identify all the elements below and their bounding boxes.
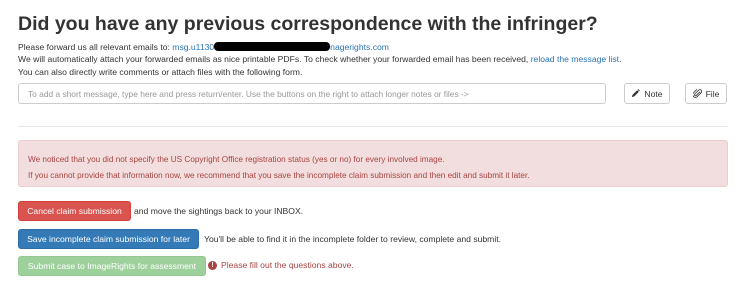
- file-button[interactable]: File: [685, 83, 727, 104]
- alert-line-2: If you cannot provide that information n…: [28, 170, 530, 180]
- email-start: msg.u1130: [172, 42, 215, 52]
- submit-case-button[interactable]: Submit case to ImageRights for assessmen…: [18, 256, 206, 276]
- note-button-label: Note: [644, 88, 663, 99]
- email-end: nagerights.com: [330, 42, 389, 52]
- instructions-line-3: You can also directly write comments or …: [18, 66, 303, 77]
- attach-pdf-text: We will automatically attach your forwar…: [18, 54, 531, 65]
- pencil-icon: [631, 89, 641, 98]
- alert-line-1: We noticed that you did not specify the …: [28, 155, 445, 164]
- claim-correspondence-page: Did you have any previous correspondence…: [0, 0, 750, 299]
- file-button-label: File: [705, 88, 720, 99]
- paperclip-icon: [692, 88, 702, 99]
- note-button[interactable]: Note: [624, 83, 670, 104]
- cancel-explanation: and move the sightings back to your INBO…: [134, 206, 304, 216]
- page-title: Did you have any previous correspondence…: [18, 13, 598, 35]
- exclamation-circle-icon: !: [208, 260, 217, 270]
- instructions-block: Please forward us all relevant emails to…: [18, 41, 621, 78]
- warning-text: Please fill out the questions above.: [221, 260, 354, 270]
- fill-questions-warning: ! Please fill out the questions above.: [208, 260, 354, 270]
- short-message-input[interactable]: [18, 83, 606, 104]
- save-incomplete-button[interactable]: Save incomplete claim submission for lat…: [18, 229, 199, 249]
- section-divider: [18, 126, 728, 127]
- redaction-bar: [214, 42, 331, 51]
- cancel-claim-button[interactable]: Cancel claim submission: [18, 201, 131, 221]
- instructions-line-1: Please forward us all relevant emails to…: [18, 41, 621, 53]
- reload-message-list-link[interactable]: reload the message list: [531, 54, 619, 64]
- forward-emails-text: Please forward us all relevant emails to…: [18, 42, 173, 52]
- instructions-line-2: We will automatically attach your forwar…: [18, 53, 621, 65]
- forwarding-email-link[interactable]: msg.u1130 nagerights.com: [172, 42, 389, 52]
- save-explanation: You'll be able to find it in the incompl…: [204, 234, 502, 244]
- copyright-status-alert: We noticed that you did not specify the …: [18, 140, 728, 187]
- line2-period: .: [619, 54, 622, 65]
